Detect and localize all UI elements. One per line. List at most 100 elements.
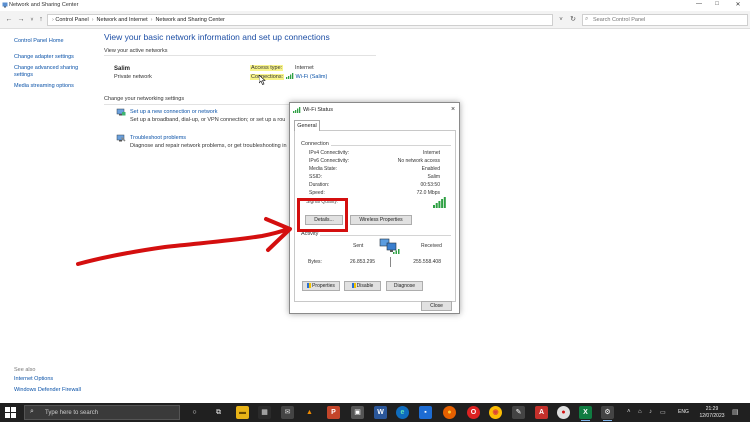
ipv6-value: No network access <box>397 158 440 164</box>
search-input[interactable] <box>583 15 733 25</box>
change-settings-heading: Change your networking settings <box>104 96 185 102</box>
language-indicator[interactable]: ENG <box>678 409 689 415</box>
media-state-label: Media State: <box>309 166 338 172</box>
acrobat-icon[interactable]: A <box>535 406 548 419</box>
address-field[interactable]: › Control Panel › Network and Internet › Net… <box>47 14 553 26</box>
page-title: View your basic network information and … <box>104 32 330 42</box>
search-box[interactable]: ⌕ <box>582 14 748 26</box>
network-center-icon <box>2 2 8 8</box>
store-icon[interactable]: ▦ <box>258 406 271 419</box>
powerpoint-icon[interactable]: P <box>327 406 340 419</box>
cortana-icon[interactable]: ○ <box>188 406 201 419</box>
media-state-value: Enabled <box>421 166 440 172</box>
activity-group-line <box>301 235 451 236</box>
divider <box>104 55 376 56</box>
mail-icon[interactable]: ✉ <box>281 406 294 419</box>
notes-icon[interactable]: ✎ <box>512 406 525 419</box>
file-explorer-icon[interactable]: ▬ <box>236 406 249 419</box>
troubleshoot-link[interactable]: Troubleshoot problems <box>130 135 186 141</box>
new-connection-icon <box>116 108 126 116</box>
forward-arrow-icon[interactable]: → <box>16 15 26 25</box>
battery-icon[interactable]: ▭ <box>660 409 666 416</box>
vlc-icon[interactable]: ▲ <box>303 406 316 419</box>
excel-icon[interactable]: X <box>579 406 592 419</box>
dialog-close-icon[interactable]: × <box>448 105 458 114</box>
word-icon[interactable]: W <box>374 406 387 419</box>
uac-shield-icon <box>307 283 312 288</box>
wifi-connection-label[interactable]: Wi-Fi (Salim) <box>296 74 328 80</box>
breadcrumb-network-internet[interactable]: Network and Internet <box>97 17 148 23</box>
duration-value: 00:53:50 <box>420 182 440 188</box>
network-name: Salim <box>114 66 131 72</box>
window-title: Network and Sharing Center <box>9 2 79 8</box>
diagnose-button[interactable]: Diagnose <box>386 281 423 291</box>
firefox-icon[interactable]: ● <box>443 406 456 419</box>
see-also-internet-options[interactable]: Internet Options <box>14 376 53 383</box>
back-arrow-icon[interactable]: ← <box>4 15 14 25</box>
breadcrumb-network-sharing-center[interactable]: Network and Sharing Center <box>155 17 224 23</box>
wifi-title-icon <box>293 107 301 113</box>
bytes-received-value: 255.558.408 <box>413 259 441 265</box>
mouse-cursor-icon <box>259 75 266 85</box>
disable-button-label: Disable <box>356 283 374 289</box>
window-titlebar: Network and Sharing Center — □ ✕ <box>0 0 750 11</box>
refresh-icon[interactable]: ↻ <box>567 14 579 26</box>
sidebar-link-media-streaming[interactable]: Media streaming options <box>14 83 74 90</box>
network-activity-icon <box>379 238 400 254</box>
clock-date[interactable]: 12/07/2023 <box>697 413 727 419</box>
sidebar-link-adapter-settings[interactable]: Change adapter settings <box>14 54 74 61</box>
connections-label: Connections: <box>250 74 285 80</box>
show-hidden-icons-icon[interactable]: ˄ <box>627 409 631 415</box>
address-dropdown-icon[interactable]: ˅ <box>555 14 567 26</box>
windows-start-icon[interactable] <box>5 407 16 418</box>
properties-button[interactable]: Properties <box>302 281 340 291</box>
task-view-icon[interactable]: ⧉ <box>212 406 225 419</box>
connection-group-label: Connection <box>301 141 331 147</box>
edge-icon[interactable]: e <box>396 406 409 419</box>
up-arrow-icon[interactable]: ↑ <box>36 15 46 25</box>
taskbar-search-box[interactable]: ⌕ Type here to search <box>24 405 180 420</box>
opera-icon[interactable]: O <box>467 406 480 419</box>
ipv4-label: IPv4 Connectivity: <box>309 150 350 156</box>
volume-icon[interactable]: ♪ <box>649 409 652 415</box>
uac-shield-icon <box>351 283 356 288</box>
divider <box>104 104 290 105</box>
maximize-button[interactable]: □ <box>710 1 724 10</box>
disable-button[interactable]: Disable <box>344 281 381 291</box>
app-icon[interactable]: ▣ <box>351 406 364 419</box>
speed-value: 72.0 Mbps <box>416 190 440 196</box>
wireless-properties-button[interactable]: Wireless Properties <box>350 215 412 225</box>
tab-general[interactable]: General <box>294 120 320 131</box>
details-highlight-box <box>297 198 348 232</box>
chrome-icon[interactable]: ◉ <box>489 406 502 419</box>
troubleshoot-desc: Diagnose and repair network problems, or… <box>130 143 287 149</box>
control-panel-icon[interactable]: ⚙ <box>601 406 614 419</box>
speed-label: Speed: <box>309 190 325 196</box>
network-tray-icon[interactable]: ⌂ <box>638 409 642 415</box>
network-type: Private network <box>114 74 152 80</box>
notifications-icon[interactable]: ▤ <box>732 408 739 416</box>
sent-label: Sent <box>353 243 364 249</box>
record-icon[interactable]: ● <box>557 406 570 419</box>
clock-time[interactable]: 21:29 <box>700 406 724 412</box>
sidebar-link-control-panel-home[interactable]: Control Panel Home <box>14 38 64 45</box>
access-type-label: Access type: <box>250 65 284 71</box>
minimize-button[interactable]: — <box>692 1 706 10</box>
sidebar-link-advanced-sharing[interactable]: Change advanced sharing <box>14 65 78 72</box>
received-label: Received <box>421 243 442 249</box>
bytes-divider <box>390 257 391 267</box>
close-button[interactable]: Close <box>421 301 452 311</box>
see-also-label: See also <box>14 367 36 373</box>
sidebar-link-advanced-sharing-settings[interactable]: settings <box>14 72 33 79</box>
photos-icon[interactable]: ▪ <box>419 406 432 419</box>
close-window-button[interactable]: ✕ <box>731 1 745 10</box>
taskbar-search-placeholder: Type here to search <box>45 410 99 416</box>
signal-quality-bars-icon <box>433 197 446 208</box>
ipv6-label: IPv6 Connectivity: <box>309 158 350 164</box>
dialog-title: Wi-Fi Status <box>303 107 333 113</box>
wifi-connection-link[interactable]: Wi-Fi (Salim) <box>286 73 327 80</box>
setup-connection-link[interactable]: Set up a new connection or network <box>130 109 217 115</box>
see-also-firewall[interactable]: Windows Defender Firewall <box>14 387 81 394</box>
duration-label: Duration: <box>309 182 330 188</box>
breadcrumb-control-panel[interactable]: Control Panel <box>55 17 88 23</box>
